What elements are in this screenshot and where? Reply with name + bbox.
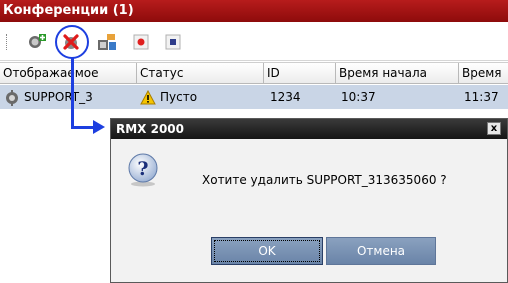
table-row[interactable]: SUPPORT_3 Пусто 1234 10:37 11:37 bbox=[0, 85, 508, 109]
warning-icon bbox=[140, 90, 156, 105]
cell-name: SUPPORT_3 bbox=[4, 85, 134, 109]
record-button[interactable] bbox=[130, 31, 152, 53]
dialog-message: Хотите удалить SUPPORT_313635060 ? bbox=[202, 173, 447, 187]
table-header: Отображаемое Статус ID Время начала Врем… bbox=[0, 62, 508, 84]
conference-name: SUPPORT_3 bbox=[24, 90, 93, 104]
delete-button-highlight-circle bbox=[55, 25, 89, 59]
dialog-close-button[interactable]: x bbox=[487, 122, 501, 135]
ok-button[interactable]: OK bbox=[211, 237, 323, 265]
stop-button[interactable] bbox=[162, 31, 184, 53]
cancel-button[interactable]: Отмена bbox=[326, 237, 436, 265]
callout-line-vertical bbox=[71, 57, 74, 129]
cell-start-time: 10:37 bbox=[341, 90, 376, 104]
cell-id: 1234 bbox=[270, 90, 301, 104]
status-text: Пусто bbox=[160, 90, 198, 104]
cell-end-time: 11:37 bbox=[464, 90, 499, 104]
confirm-delete-dialog: RMX 2000 x ? Хотите удалить SUPPORT_3136… bbox=[110, 118, 508, 283]
column-header-id[interactable]: ID bbox=[264, 63, 336, 84]
panel-title: Конференции (1) bbox=[0, 0, 508, 22]
question-icon: ? bbox=[128, 153, 158, 187]
column-header-end-time[interactable]: Время bbox=[459, 63, 508, 84]
callout-arrow-icon bbox=[93, 120, 105, 134]
toolbar-grip[interactable] bbox=[6, 34, 9, 50]
stop-icon bbox=[165, 34, 181, 50]
callout-line-horizontal bbox=[71, 126, 93, 129]
cell-status: Пусто bbox=[140, 85, 260, 109]
conference-template-button[interactable] bbox=[96, 31, 118, 53]
add-conference-icon bbox=[29, 34, 46, 48]
template-icon bbox=[98, 34, 116, 50]
conference-icon bbox=[6, 89, 18, 106]
add-conference-button[interactable] bbox=[26, 31, 48, 53]
svg-text:?: ? bbox=[137, 158, 148, 180]
column-header-start-time[interactable]: Время начала bbox=[336, 63, 459, 84]
dialog-title[interactable]: RMX 2000 bbox=[111, 119, 507, 139]
record-icon bbox=[133, 34, 149, 50]
column-header-name[interactable]: Отображаемое bbox=[0, 63, 137, 84]
column-header-status[interactable]: Статус bbox=[137, 63, 264, 84]
